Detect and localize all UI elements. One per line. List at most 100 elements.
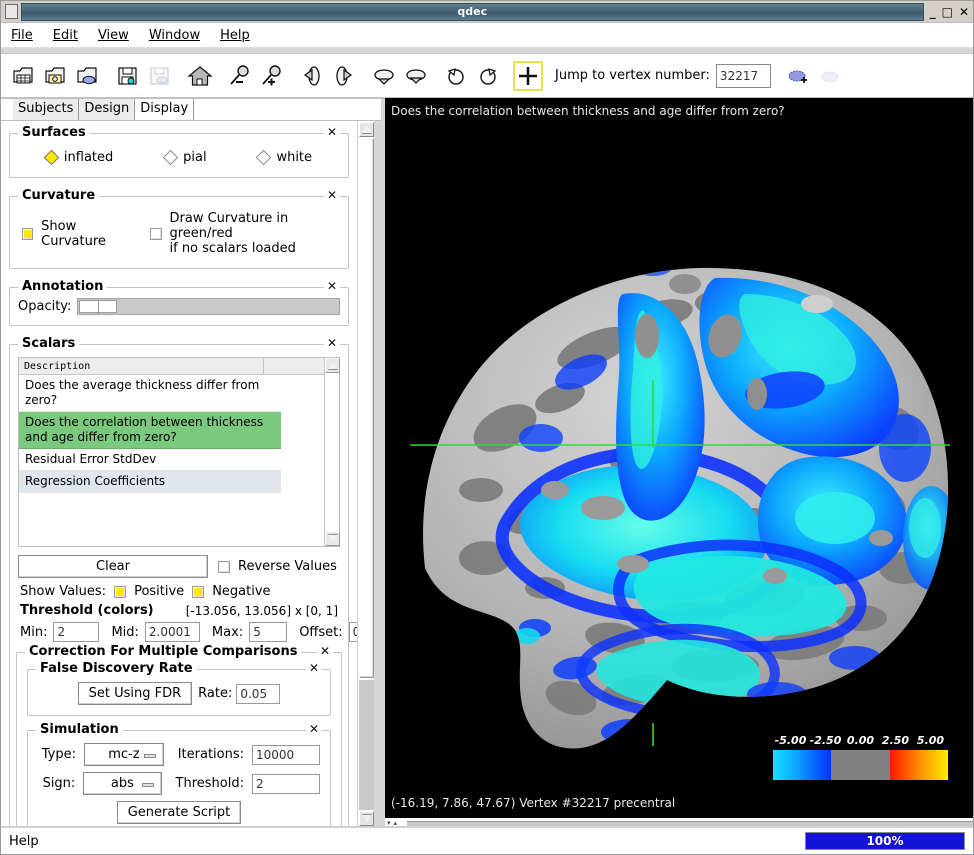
menu-window[interactable]: Window: [149, 28, 200, 43]
window-title: qdec: [457, 5, 487, 18]
zoom-out-icon[interactable]: [225, 60, 255, 92]
scalars-scroll-up-icon[interactable]: [325, 358, 340, 373]
generate-script-button[interactable]: Generate Script: [117, 801, 242, 824]
scalars-scroll-down-icon[interactable]: [325, 531, 340, 546]
display-panel-scrollbar[interactable]: [357, 121, 374, 827]
simulation-group: Simulation ✕ Type: mc-z Iterations:: [27, 730, 331, 827]
list-item[interactable]: Does the average thickness differ from z…: [19, 375, 281, 412]
panel-scroll-thumb[interactable]: [359, 138, 374, 678]
surface-render-view[interactable]: Does the correlation between thickness a…: [385, 98, 974, 818]
set-using-fdr-button[interactable]: Set Using FDR: [78, 682, 193, 705]
reverse-values-control[interactable]: Reverse Values: [218, 559, 337, 574]
threshold-max-input[interactable]: [249, 622, 287, 642]
tab-display[interactable]: Display: [135, 99, 194, 120]
surface-option-white[interactable]: white: [258, 150, 312, 165]
minimize-button[interactable]: _: [930, 6, 936, 18]
reverse-values-checkbox[interactable]: [218, 561, 230, 573]
menu-help[interactable]: Help: [220, 28, 250, 43]
load-project-file-icon[interactable]: [41, 60, 71, 92]
threshold-min-input[interactable]: [53, 622, 99, 642]
close-button[interactable]: ✕: [959, 6, 969, 18]
tabstrip: Subjects Design Display: [1, 99, 381, 121]
simulation-threshold-input[interactable]: [252, 774, 320, 794]
menu-view-label: View: [98, 28, 129, 43]
save-project-as-icon: [145, 60, 175, 92]
scalars-list[interactable]: Description Does the average thickness d…: [18, 357, 340, 547]
simulation-sign-value: abs: [111, 776, 134, 791]
surface-pial-label: pial: [183, 150, 206, 165]
list-item[interactable]: Residual Error StdDev: [19, 449, 281, 471]
tab-design[interactable]: Design: [79, 99, 135, 120]
fdr-close-icon[interactable]: ✕: [306, 661, 322, 675]
curvature-close-icon[interactable]: ✕: [324, 188, 340, 202]
show-positive-label: Positive: [134, 584, 184, 599]
surfaces-close-icon[interactable]: ✕: [324, 125, 340, 139]
annotation-close-icon[interactable]: ✕: [324, 279, 340, 293]
rotate-left-icon[interactable]: [297, 60, 327, 92]
scalars-close-icon[interactable]: ✕: [324, 336, 340, 350]
clear-button[interactable]: Clear: [18, 555, 208, 578]
surface-option-inflated[interactable]: inflated: [46, 150, 113, 165]
threshold-offset-input[interactable]: [349, 622, 357, 642]
render-scroll-track[interactable]: [407, 821, 974, 826]
opacity-slider[interactable]: [77, 298, 340, 315]
tab-subjects[interactable]: Subjects: [13, 99, 79, 120]
threshold-header: Threshold (colors) [-13.056, 13.056] x […: [20, 603, 338, 618]
simulation-sign-select[interactable]: abs: [83, 772, 161, 795]
menu-edit-label: Edit: [53, 28, 78, 43]
menu-view[interactable]: View: [98, 28, 129, 43]
radio-white-icon[interactable]: [256, 150, 272, 166]
colorbar-tick-0: -5.00: [773, 734, 808, 747]
show-curvature-checkbox[interactable]: [22, 228, 33, 240]
fdr-rate-input[interactable]: [236, 684, 280, 704]
scalars-list-scrollbar[interactable]: [324, 358, 339, 546]
rotate-right-icon[interactable]: [329, 60, 359, 92]
threshold-mid-input[interactable]: [145, 622, 200, 642]
maximize-button[interactable]: □: [942, 6, 953, 18]
panel-scroll-track[interactable]: [359, 680, 374, 810]
radio-inflated-icon[interactable]: [44, 150, 60, 166]
chevron-down-icon: [142, 783, 154, 787]
threshold-fields: Min: Mid: Max: Offset:: [20, 622, 340, 642]
rotate-down-icon[interactable]: [401, 60, 431, 92]
correction-close-icon[interactable]: ✕: [317, 644, 333, 658]
simulation-close-icon[interactable]: ✕: [306, 722, 322, 736]
panel-scroll-down-icon[interactable]: [359, 811, 374, 826]
menu-file[interactable]: File: [11, 28, 33, 43]
jump-to-vertex-input[interactable]: [716, 64, 771, 88]
list-item[interactable]: Does the correlation between thickness a…: [19, 412, 281, 449]
rotate-cw-icon[interactable]: [473, 60, 503, 92]
scalars-column-description[interactable]: Description: [19, 358, 264, 374]
opacity-label: Opacity:: [18, 299, 71, 314]
crosshair-icon[interactable]: [513, 61, 543, 91]
draw-curvature-checkbox[interactable]: [150, 228, 161, 240]
scalars-list-header: Description: [19, 358, 324, 375]
save-project-icon[interactable]: [113, 60, 143, 92]
show-positive-checkbox[interactable]: [114, 586, 126, 598]
simulation-iterations-input[interactable]: [252, 745, 320, 765]
remove-point-icon: [815, 60, 845, 92]
threshold-title: Threshold (colors): [20, 603, 154, 618]
rotate-ccw-icon[interactable]: [441, 60, 471, 92]
load-data-table-icon[interactable]: [9, 60, 39, 92]
home-icon[interactable]: [185, 60, 215, 92]
show-values-label: Show Values:: [20, 584, 106, 599]
simulation-type-select[interactable]: mc-z: [84, 743, 164, 766]
radio-pial-icon[interactable]: [163, 150, 179, 166]
rotate-up-icon[interactable]: [369, 60, 399, 92]
list-item[interactable]: Regression Coefficients: [19, 471, 281, 493]
show-negative-label: Negative: [212, 584, 270, 599]
threshold-range: [-13.056, 13.056] x [0, 1]: [186, 604, 338, 618]
menu-edit[interactable]: Edit: [53, 28, 78, 43]
render-status-text: (-16.19, 7.86, 47.67) Vertex #32217 prec…: [391, 796, 675, 810]
panel-scroll-up-icon[interactable]: [359, 122, 374, 137]
titlebar: qdec _ □ ✕: [1, 1, 974, 23]
zoom-in-icon[interactable]: [257, 60, 287, 92]
surface-option-pial[interactable]: pial: [165, 150, 206, 165]
add-point-icon[interactable]: [783, 60, 813, 92]
opacity-slider-handle[interactable]: [79, 300, 117, 313]
load-surface-icon[interactable]: [73, 60, 103, 92]
show-negative-checkbox[interactable]: [192, 586, 204, 598]
curvature-legend: Curvature: [18, 188, 99, 203]
titlebar-gradient[interactable]: qdec: [21, 3, 924, 21]
